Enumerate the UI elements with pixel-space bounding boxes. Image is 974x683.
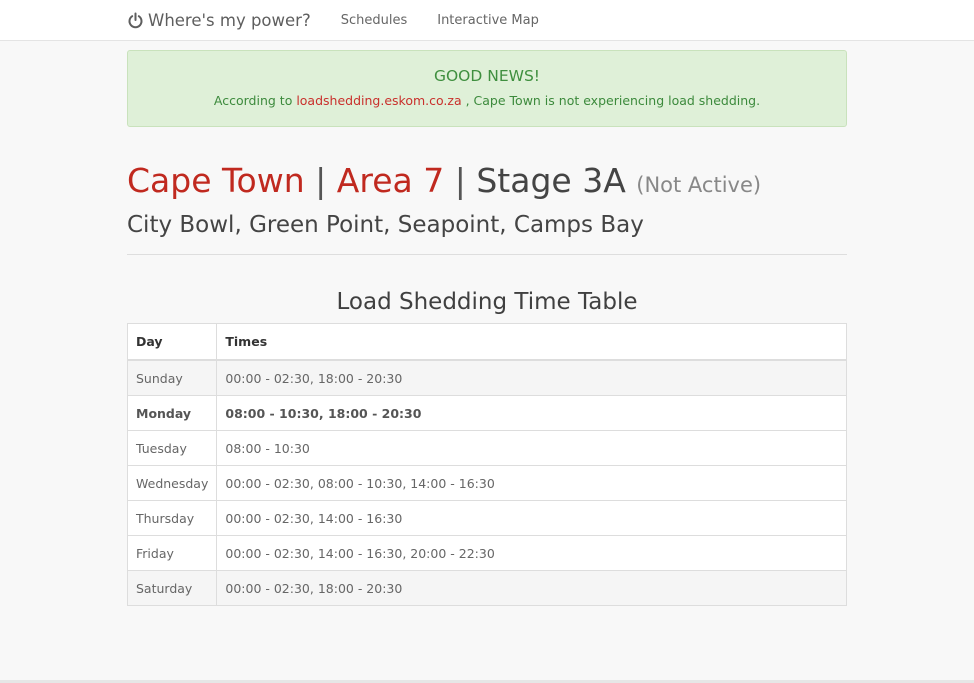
day-cell: Monday bbox=[126, 395, 218, 431]
timetable-title: Load Shedding Time Table bbox=[336, 289, 638, 315]
area-name: Area 7 bbox=[336, 161, 445, 200]
table-row: Monday 08:00 - 10:30, 18:00 - 20:30 bbox=[126, 395, 847, 431]
navbar: Where's my power? Schedules Interactive … bbox=[0, 0, 974, 41]
nav-link-interactive-map[interactable]: Interactive Map bbox=[437, 13, 539, 28]
main-container: GOOD NEWS! According to loadshedding.esk… bbox=[126, 50, 847, 606]
column-header-day: Day bbox=[126, 323, 218, 361]
divider bbox=[127, 254, 847, 255]
page-title: Cape Town | Area 7 | Stage 3A (Not Activ… bbox=[127, 162, 847, 200]
times-cell: 08:00 - 10:30, 18:00 - 20:30 bbox=[216, 395, 847, 431]
alert-text-after: , Cape Town is not experiencing load she… bbox=[461, 93, 761, 108]
table-row: Friday 00:00 - 02:30, 14:00 - 16:30, 20:… bbox=[126, 535, 847, 571]
suburbs-list: City Bowl, Green Point, Seapoint, Camps … bbox=[127, 212, 644, 238]
times-cell: 00:00 - 02:30, 18:00 - 20:30 bbox=[216, 359, 847, 396]
brand-link[interactable]: Where's my power? bbox=[127, 11, 311, 30]
timetable: Day Times Sunday 00:00 - 02:30, 18:00 - … bbox=[126, 323, 847, 606]
times-cell: 00:00 - 02:30, 18:00 - 20:30 bbox=[216, 570, 847, 606]
table-row: Saturday 00:00 - 02:30, 18:00 - 20:30 bbox=[126, 570, 847, 606]
nav-link-schedules[interactable]: Schedules bbox=[341, 13, 408, 28]
day-cell: Tuesday bbox=[126, 430, 218, 466]
city-name: Cape Town bbox=[127, 161, 305, 200]
day-cell: Saturday bbox=[126, 570, 218, 606]
alert-text-before: According to bbox=[213, 93, 297, 108]
day-cell: Sunday bbox=[126, 359, 218, 396]
column-header-times: Times bbox=[216, 323, 847, 361]
table-row: Wednesday 00:00 - 02:30, 08:00 - 10:30, … bbox=[126, 465, 847, 501]
times-cell: 08:00 - 10:30 bbox=[216, 430, 847, 466]
success-alert: GOOD NEWS! According to loadshedding.esk… bbox=[127, 50, 847, 127]
eskom-link[interactable]: loadshedding.eskom.co.za bbox=[296, 93, 461, 108]
power-icon bbox=[127, 12, 144, 29]
times-cell: 00:00 - 02:30, 08:00 - 10:30, 14:00 - 16… bbox=[216, 465, 847, 501]
title-separator: | bbox=[315, 161, 327, 200]
day-cell: Friday bbox=[126, 535, 218, 571]
times-cell: 00:00 - 02:30, 14:00 - 16:30, 20:00 - 22… bbox=[216, 535, 847, 571]
day-cell: Thursday bbox=[126, 500, 218, 536]
table-row: Tuesday 08:00 - 10:30 bbox=[126, 430, 847, 466]
alert-message: According to loadshedding.eskom.co.za , … bbox=[128, 93, 846, 109]
alert-title: GOOD NEWS! bbox=[433, 67, 541, 85]
day-cell: Wednesday bbox=[126, 465, 218, 501]
table-row: Thursday 00:00 - 02:30, 14:00 - 16:30 bbox=[126, 500, 847, 536]
table-row: Sunday 00:00 - 02:30, 18:00 - 20:30 bbox=[126, 359, 847, 396]
table-header-row: Day Times bbox=[126, 323, 847, 361]
times-cell: 00:00 - 02:30, 14:00 - 16:30 bbox=[216, 500, 847, 536]
stage-name: Stage 3A bbox=[476, 161, 626, 200]
title-separator: | bbox=[454, 161, 466, 200]
brand-label: Where's my power? bbox=[148, 10, 311, 30]
stage-status: (Not Active) bbox=[636, 173, 762, 197]
navbar-inner: Where's my power? Schedules Interactive … bbox=[127, 0, 539, 40]
